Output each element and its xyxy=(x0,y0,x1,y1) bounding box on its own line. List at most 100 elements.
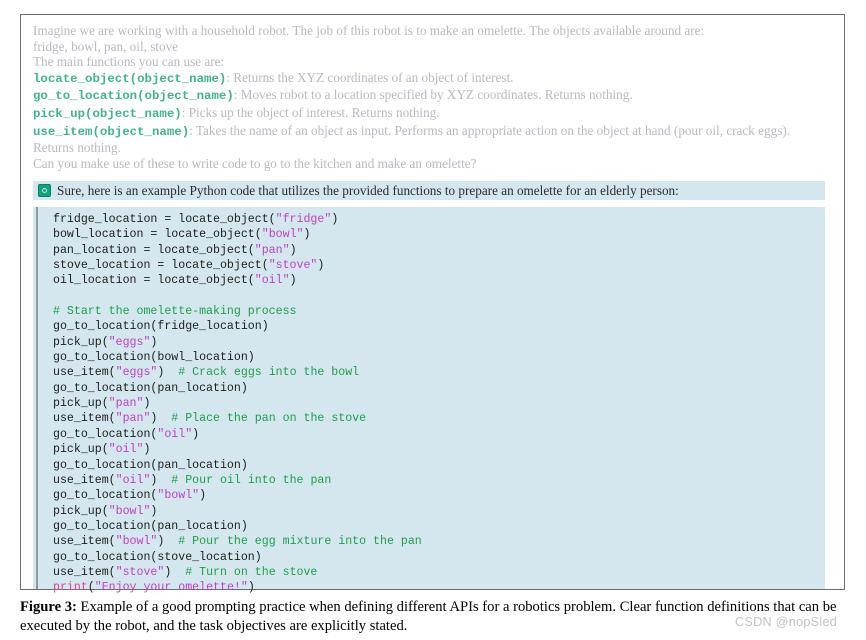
code-token-str: "Enjoy your omelette!" xyxy=(95,581,248,594)
code-token-str: "pan" xyxy=(109,397,144,410)
code-token-str: "pan" xyxy=(116,412,151,425)
code-token-plain: pick_up( xyxy=(53,336,109,349)
code-line: print("Enjoy your omelette!") xyxy=(53,580,819,595)
code-token-str: "fridge" xyxy=(276,213,332,226)
code-token-plain: ) xyxy=(157,366,178,379)
code-lines: fridge_location = locate_object("fridge"… xyxy=(53,212,819,596)
api-function-name: locate_object(object_name) xyxy=(33,72,226,86)
prompt-text-line: The main functions you can use are: xyxy=(33,54,823,70)
code-token-plain: pan_location = locate_object( xyxy=(53,244,255,257)
code-token-com: # Pour the egg mixture into the pan xyxy=(178,535,422,548)
code-line: use_item("bowl") # Pour the egg mixture … xyxy=(53,534,819,549)
code-token-plain: use_item( xyxy=(53,535,116,548)
code-line: bowl_location = locate_object("bowl") xyxy=(53,227,819,242)
code-token-str: "oil" xyxy=(157,428,192,441)
code-token-str: "bowl" xyxy=(116,535,158,548)
code-token-plain: ) xyxy=(157,535,178,548)
code-token-com: # Place the pan on the stove xyxy=(171,412,366,425)
prompt-api-line: pick_up(object_name): Picks up the objec… xyxy=(33,105,823,123)
code-token-str: "oil" xyxy=(116,474,151,487)
code-token-plain: use_item( xyxy=(53,474,116,487)
code-line: use_item("oil") # Pour oil into the pan xyxy=(53,473,819,488)
code-token-plain: pick_up( xyxy=(53,505,109,518)
api-function-name: pick_up(object_name) xyxy=(33,107,182,121)
code-token-com: # Turn on the stove xyxy=(185,566,317,579)
code-line: pick_up("oil") xyxy=(53,442,819,457)
code-token-plain: go_to_location(bowl_location) xyxy=(53,351,255,364)
code-line: go_to_location(pan_location) xyxy=(53,519,819,534)
code-token-str: "oil" xyxy=(109,443,144,456)
code-token-plain: ( xyxy=(88,581,95,594)
figure-caption-text: Example of a good prompting practice whe… xyxy=(20,599,837,634)
code-line: oil_location = locate_object("oil") xyxy=(53,273,819,288)
code-token-plain: go_to_location(stove_location) xyxy=(53,551,262,564)
code-token-plain: fridge_location = locate_object( xyxy=(53,213,276,226)
figure-caption: Figure 3: Example of a good prompting pr… xyxy=(20,598,846,636)
code-line: pick_up("pan") xyxy=(53,396,819,411)
code-line: go_to_location("bowl") xyxy=(53,488,819,503)
code-token-plain: ) xyxy=(164,566,185,579)
code-token-plain: ) xyxy=(248,581,255,594)
prompt-text-line: fridge, bowl, pan, oil, stove xyxy=(33,39,823,55)
code-token-com: # Crack eggs into the bowl xyxy=(178,366,359,379)
figure-caption-label: Figure 3: xyxy=(20,599,77,615)
code-token-plain: ) xyxy=(290,244,297,257)
code-token-str: "stove" xyxy=(269,259,318,272)
prompt-block: Imagine we are working with a household … xyxy=(33,23,823,171)
code-token-com: # Pour oil into the pan xyxy=(171,474,331,487)
figure-frame: Imagine we are working with a household … xyxy=(20,14,845,590)
code-token-str: "bowl" xyxy=(262,228,304,241)
api-function-name: go_to_location(object_name) xyxy=(33,89,234,103)
code-line: go_to_location(pan_location) xyxy=(53,381,819,396)
code-token-str: "pan" xyxy=(255,244,290,257)
code-line: go_to_location(bowl_location) xyxy=(53,350,819,365)
code-line: go_to_location(stove_location) xyxy=(53,550,819,565)
code-token-plain: ) xyxy=(199,489,206,502)
code-block: fridge_location = locate_object("fridge"… xyxy=(33,207,825,589)
api-function-name: use_item(object_name) xyxy=(33,125,189,139)
code-token-plain: ) xyxy=(150,474,171,487)
code-token-str: "bowl" xyxy=(157,489,199,502)
code-line: go_to_location(fridge_location) xyxy=(53,319,819,334)
code-token-plain: ) xyxy=(317,259,324,272)
code-token-kw: print xyxy=(53,581,88,594)
code-line: use_item("stove") # Turn on the stove xyxy=(53,565,819,580)
code-token-plain: use_item( xyxy=(53,412,116,425)
prompt-text-line: Can you make use of these to write code … xyxy=(33,156,823,172)
assistant-answer-bar: Sure, here is an example Python code tha… xyxy=(33,181,825,200)
code-token-plain: ) xyxy=(143,397,150,410)
api-function-description: : Picks up the object of interest. Retur… xyxy=(182,105,440,120)
code-token-plain: ) xyxy=(290,274,297,287)
code-line: pan_location = locate_object("pan") xyxy=(53,243,819,258)
code-line: pick_up("bowl") xyxy=(53,504,819,519)
code-token-plain: ) xyxy=(192,428,199,441)
code-token-plain: go_to_location(fridge_location) xyxy=(53,320,269,333)
api-function-description: : Returns the XYZ coordinates of an obje… xyxy=(226,70,513,85)
code-token-plain: go_to_location( xyxy=(53,489,157,502)
code-token-plain: ) xyxy=(303,228,310,241)
prompt-api-line: go_to_location(object_name): Moves robot… xyxy=(33,87,823,105)
code-token-plain: ) xyxy=(331,213,338,226)
code-token-plain: pick_up( xyxy=(53,397,109,410)
code-token-str: "eggs" xyxy=(109,336,151,349)
code-token-plain: ) xyxy=(150,336,157,349)
code-line: go_to_location(pan_location) xyxy=(53,458,819,473)
prompt-api-line: locate_object(object_name): Returns the … xyxy=(33,70,823,88)
assistant-answer-text: Sure, here is an example Python code tha… xyxy=(57,183,679,199)
code-line: fridge_location = locate_object("fridge"… xyxy=(53,212,819,227)
code-token-plain: stove_location = locate_object( xyxy=(53,259,269,272)
code-token-plain: use_item( xyxy=(53,566,116,579)
code-token-plain: go_to_location(pan_location) xyxy=(53,382,248,395)
code-line xyxy=(53,289,819,304)
code-token-plain: ) xyxy=(143,443,150,456)
code-token-com: # Start the omelette-making process xyxy=(53,305,297,318)
code-token-plain: bowl_location = locate_object( xyxy=(53,228,262,241)
code-line: use_item("pan") # Place the pan on the s… xyxy=(53,411,819,426)
prompt-api-line: use_item(object_name): Takes the name of… xyxy=(33,123,823,156)
code-line: go_to_location("oil") xyxy=(53,427,819,442)
code-line: use_item("eggs") # Crack eggs into the b… xyxy=(53,365,819,380)
watermark: CSDN @nopSled xyxy=(735,615,837,629)
code-token-plain: use_item( xyxy=(53,366,116,379)
code-gutter-bar xyxy=(36,207,38,589)
code-token-plain: go_to_location(pan_location) xyxy=(53,459,248,472)
